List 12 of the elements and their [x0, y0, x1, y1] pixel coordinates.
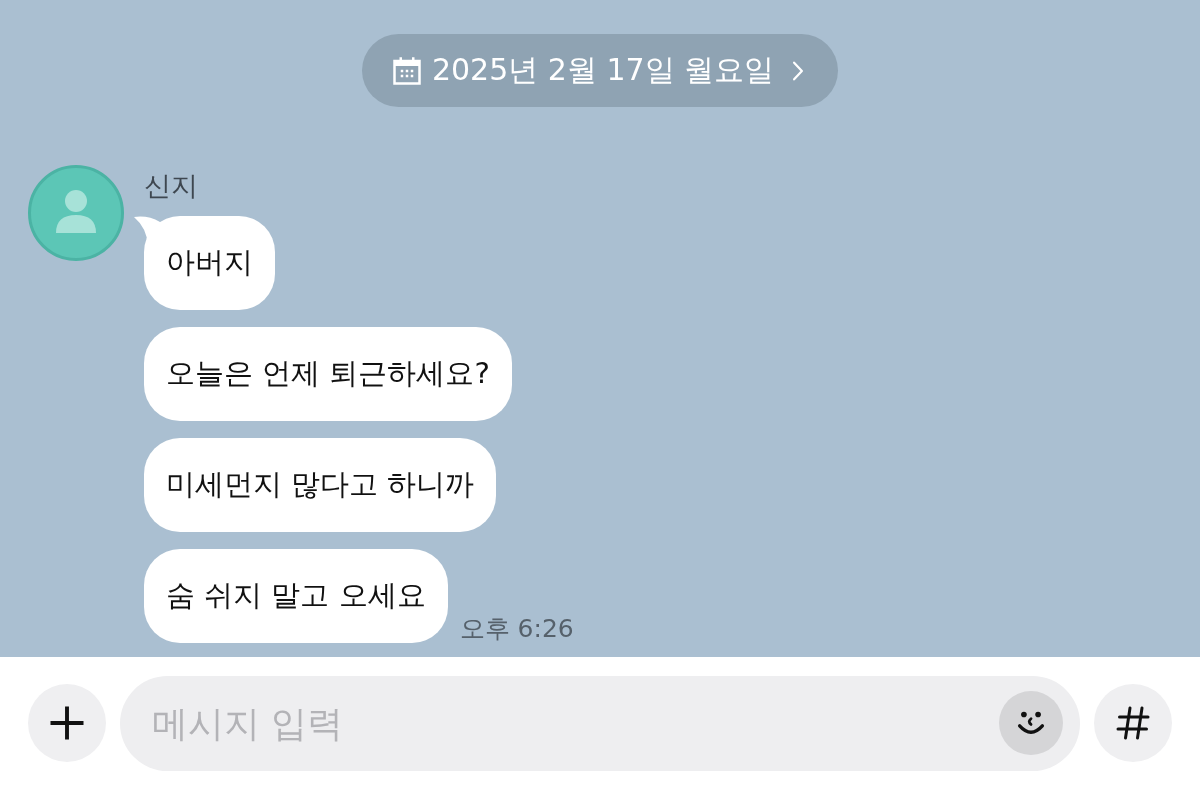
message-bubble: 미세먼지 많다고 하니까	[144, 438, 497, 532]
chevron-right-icon	[792, 60, 805, 81]
plus-icon	[49, 705, 85, 741]
message-bubble: 오늘은 언제 퇴근하세요?	[144, 327, 512, 421]
hashtag-icon	[1115, 705, 1151, 741]
message-time: 오후 6:26	[459, 613, 574, 645]
message-bubble: 숨 쉬지 말고 오세요	[144, 549, 448, 643]
message-bubble: 아버지	[144, 216, 275, 310]
message-input-field[interactable]: 메시지 입력	[120, 675, 1080, 771]
date-divider-button[interactable]: 2025년 2월 17일 월요일	[361, 34, 839, 107]
calendar-icon	[391, 55, 422, 86]
sender-name: 신지	[144, 169, 198, 203]
